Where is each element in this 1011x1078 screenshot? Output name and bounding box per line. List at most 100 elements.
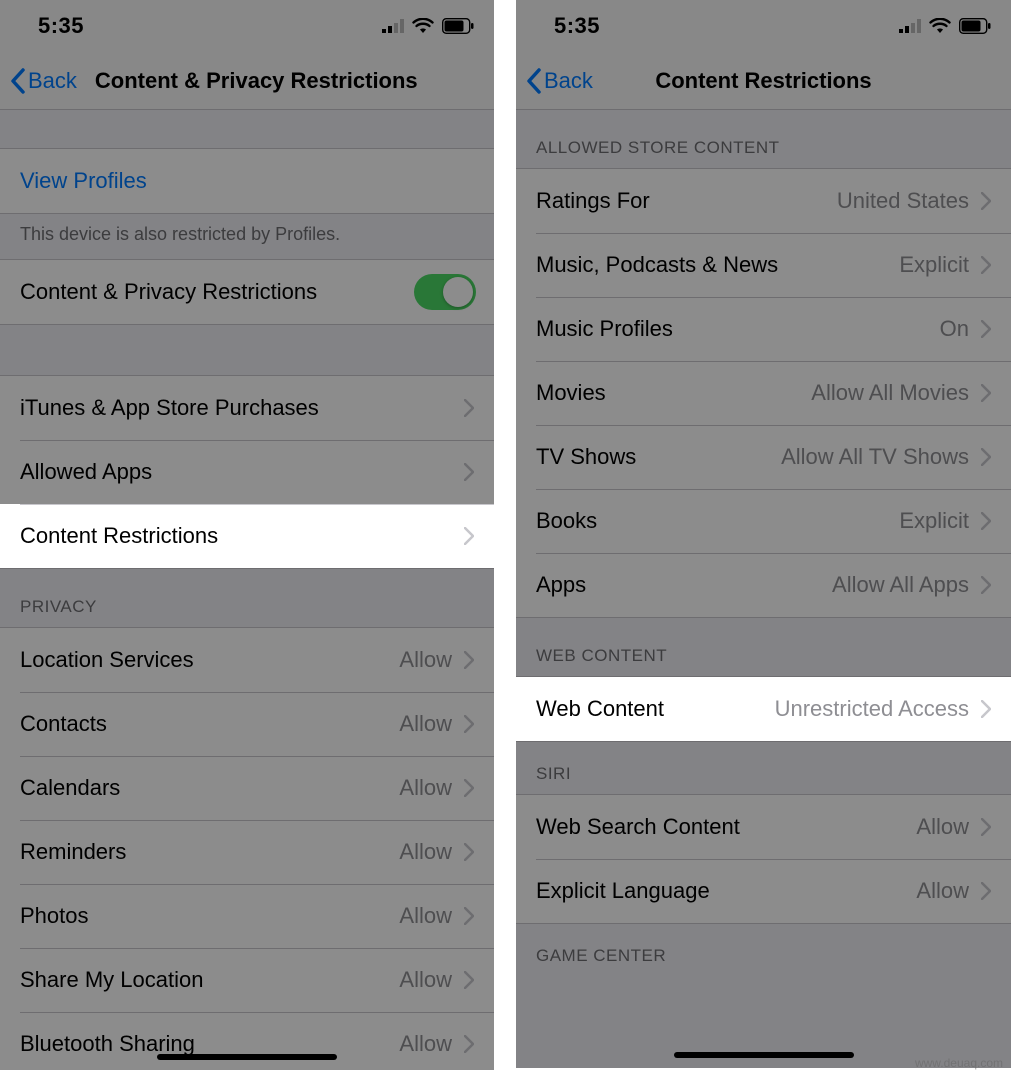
cell-label: Ratings For xyxy=(536,188,650,214)
cell-value: Allow xyxy=(916,878,969,904)
view-profiles-label: View Profiles xyxy=(20,168,147,194)
cell-value: Allow All Movies xyxy=(811,380,969,406)
privacy-header: PRIVACY xyxy=(0,569,494,627)
cell-value: Allow xyxy=(399,647,452,673)
cell-value: United States xyxy=(837,188,969,214)
spacer xyxy=(0,110,494,148)
cell-value: Allow xyxy=(399,711,452,737)
apps-cell[interactable]: Apps Allow All Apps xyxy=(516,553,1011,617)
music-profiles-cell[interactable]: Music Profiles On xyxy=(516,297,1011,361)
phone-gap xyxy=(494,0,516,1070)
watermark: www.deuaq.com xyxy=(915,1056,1003,1070)
chevron-right-icon xyxy=(462,841,476,863)
allowed-apps-cell[interactable]: Allowed Apps xyxy=(0,440,494,504)
itunes-purchases-cell[interactable]: iTunes & App Store Purchases xyxy=(0,376,494,440)
web-search-content-cell[interactable]: Web Search Content Allow xyxy=(516,795,1011,859)
ratings-for-cell[interactable]: Ratings For United States xyxy=(516,169,1011,233)
master-toggle-label: Content & Privacy Restrictions xyxy=(20,279,317,305)
cell-label: Explicit Language xyxy=(536,878,710,904)
status-time: 5:35 xyxy=(554,13,600,39)
cell-label: Web Search Content xyxy=(536,814,740,840)
siri-header: SIRI xyxy=(516,742,1011,794)
content-restrictions-cell[interactable]: Content Restrictions xyxy=(0,504,494,568)
cell-value: Allow xyxy=(399,775,452,801)
back-label: Back xyxy=(544,68,593,94)
cell-label: Apps xyxy=(536,572,586,598)
cell-label: iTunes & App Store Purchases xyxy=(20,395,319,421)
cell-value: Allow xyxy=(399,839,452,865)
chevron-left-icon xyxy=(10,68,26,94)
profiles-footer: This device is also restricted by Profil… xyxy=(0,214,494,259)
movies-cell[interactable]: Movies Allow All Movies xyxy=(516,361,1011,425)
web-content-cell[interactable]: Web Content Unrestricted Access xyxy=(516,677,1011,741)
home-indicator[interactable] xyxy=(157,1054,337,1060)
back-button[interactable]: Back xyxy=(0,68,77,94)
chevron-right-icon xyxy=(979,698,993,720)
cell-label: Share My Location xyxy=(20,967,203,993)
cell-label: Allowed Apps xyxy=(20,459,152,485)
cell-value: On xyxy=(940,316,969,342)
chevron-right-icon xyxy=(979,510,993,532)
page-title: Content Restrictions xyxy=(655,68,871,94)
status-time: 5:35 xyxy=(38,13,84,39)
chevron-right-icon xyxy=(979,880,993,902)
cell-label: Calendars xyxy=(20,775,120,801)
cell-value: Unrestricted Access xyxy=(775,696,969,722)
chevron-right-icon xyxy=(979,816,993,838)
cell-label: Music Profiles xyxy=(536,316,673,342)
web-content-header: WEB CONTENT xyxy=(516,618,1011,676)
calendars-cell[interactable]: Calendars Allow xyxy=(0,756,494,820)
bluetooth-sharing-cell[interactable]: Bluetooth Sharing Allow xyxy=(0,1012,494,1070)
signal-icon xyxy=(899,19,921,33)
battery-icon xyxy=(442,18,474,34)
cell-label: Location Services xyxy=(20,647,194,673)
home-indicator[interactable] xyxy=(674,1052,854,1058)
chevron-right-icon xyxy=(979,190,993,212)
cell-value: Allow xyxy=(399,967,452,993)
wifi-icon xyxy=(929,18,951,34)
toggle-switch[interactable] xyxy=(414,274,476,310)
chevron-right-icon xyxy=(462,649,476,671)
reminders-cell[interactable]: Reminders Allow xyxy=(0,820,494,884)
cell-value: Allow All TV Shows xyxy=(781,444,969,470)
master-toggle-cell[interactable]: Content & Privacy Restrictions xyxy=(0,260,494,324)
page-title: Content & Privacy Restrictions xyxy=(95,68,418,94)
location-services-cell[interactable]: Location Services Allow xyxy=(0,628,494,692)
nav-bar: Back Content & Privacy Restrictions xyxy=(0,52,494,110)
explicit-language-cell[interactable]: Explicit Language Allow xyxy=(516,859,1011,923)
status-icons xyxy=(382,18,474,34)
chevron-right-icon xyxy=(462,713,476,735)
back-button[interactable]: Back xyxy=(516,68,593,94)
status-bar: 5:35 xyxy=(0,0,494,52)
cell-value: Allow All Apps xyxy=(832,572,969,598)
tv-shows-cell[interactable]: TV Shows Allow All TV Shows xyxy=(516,425,1011,489)
cell-label: Photos xyxy=(20,903,89,929)
status-bar: 5:35 xyxy=(516,0,1011,52)
cell-label: Reminders xyxy=(20,839,126,865)
music-podcasts-news-cell[interactable]: Music, Podcasts & News Explicit xyxy=(516,233,1011,297)
chevron-left-icon xyxy=(526,68,542,94)
cell-value: Explicit xyxy=(899,252,969,278)
chevron-right-icon xyxy=(462,777,476,799)
cell-value: Explicit xyxy=(899,508,969,534)
cell-label: Movies xyxy=(536,380,606,406)
contacts-cell[interactable]: Contacts Allow xyxy=(0,692,494,756)
cell-label: TV Shows xyxy=(536,444,636,470)
cell-value: Allow xyxy=(916,814,969,840)
cell-label: Content Restrictions xyxy=(20,523,218,549)
books-cell[interactable]: Books Explicit xyxy=(516,489,1011,553)
phone-left: 5:35 Back Content & Privacy Restrictions xyxy=(0,0,494,1070)
battery-icon xyxy=(959,18,991,34)
chevron-right-icon xyxy=(462,969,476,991)
share-my-location-cell[interactable]: Share My Location Allow xyxy=(0,948,494,1012)
cell-label: Web Content xyxy=(536,696,664,722)
cell-label: Music, Podcasts & News xyxy=(536,252,778,278)
chevron-right-icon xyxy=(462,525,476,547)
chevron-right-icon xyxy=(979,574,993,596)
chevron-right-icon xyxy=(462,905,476,927)
chevron-right-icon xyxy=(979,382,993,404)
nav-bar: Back Content Restrictions xyxy=(516,52,1011,110)
view-profiles-cell[interactable]: View Profiles xyxy=(0,149,494,213)
phone-right: 5:35 Back Content Restrictions ALLOWED S… xyxy=(516,0,1011,1068)
photos-cell[interactable]: Photos Allow xyxy=(0,884,494,948)
